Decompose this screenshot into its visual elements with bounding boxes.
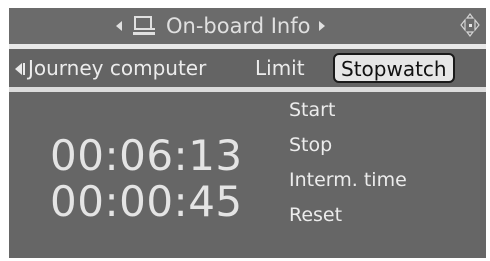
header-title-group[interactable]: On-board Info [116, 8, 326, 44]
stopwatch-panel: 00:06:13 00:00:45 Start Stop Interm. tim… [9, 92, 486, 258]
tab-bar: Journey computer Limit Stopwatch [9, 49, 486, 87]
menu-reset[interactable]: Reset [289, 202, 342, 228]
arrow-left-icon [116, 21, 122, 31]
arrow-right-icon [319, 21, 326, 31]
display-screen: On-board Info Journey computer Limit Sto… [9, 8, 486, 258]
arrow-left-icon[interactable] [15, 63, 22, 75]
menu-stop[interactable]: Stop [289, 132, 332, 158]
tab-limit[interactable]: Limit [255, 49, 305, 87]
stopwatch-time-secondary: 00:00:45 [50, 177, 243, 226]
stopwatch-time-primary: 00:06:13 [50, 131, 243, 180]
header-title: On-board Info [166, 14, 311, 38]
menu-interm-time[interactable]: Interm. time [289, 167, 407, 193]
arrow-left-bar-icon [23, 63, 25, 75]
header-bar: On-board Info [9, 8, 486, 44]
tab-journey-computer[interactable]: Journey computer [28, 49, 206, 87]
computer-icon [132, 16, 156, 36]
tab-stopwatch[interactable]: Stopwatch [333, 53, 455, 83]
menu-start[interactable]: Start [289, 97, 335, 123]
controller-icon [459, 12, 481, 42]
